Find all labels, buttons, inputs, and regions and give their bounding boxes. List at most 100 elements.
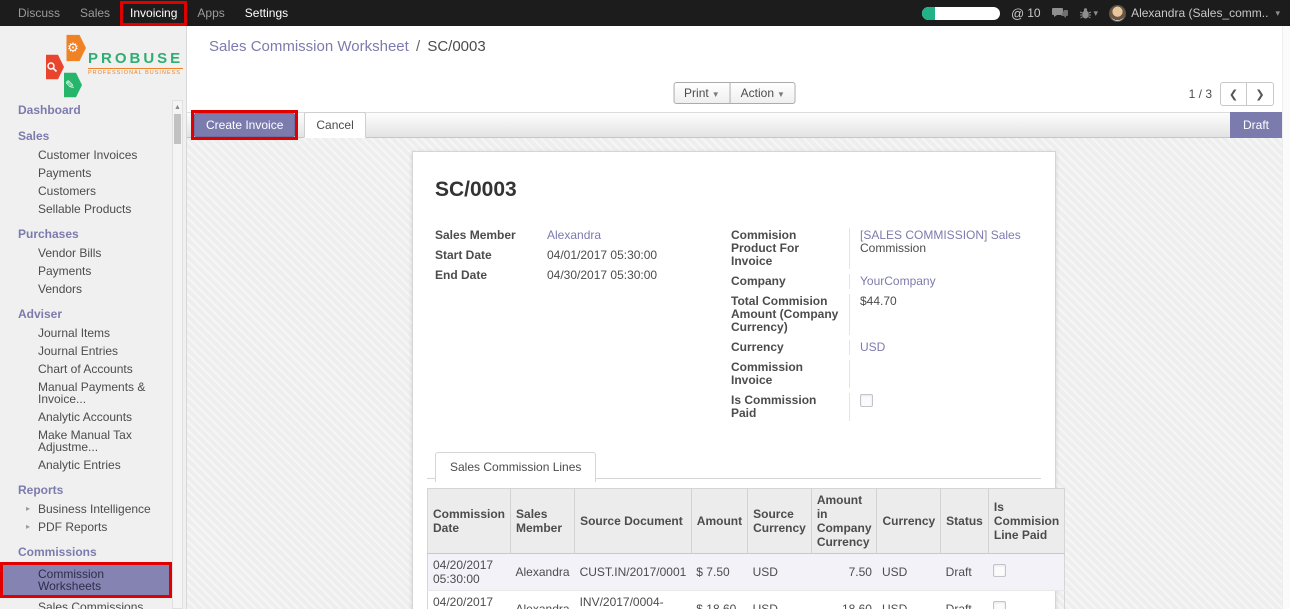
action-button[interactable]: Action▼: [731, 82, 796, 104]
col-amount-company-currency[interactable]: Amount in Company Currency: [811, 489, 877, 554]
cell-amount: $ 18.60: [691, 591, 747, 609]
topbar-menu-invoicing[interactable]: Invoicing: [120, 1, 187, 26]
field-value-total-commission: $44.70: [849, 294, 1045, 335]
sidebar-header-reports[interactable]: Reports: [0, 480, 170, 500]
expand-arrow-icon: ▸: [26, 521, 30, 533]
sidebar-item-sellable-products[interactable]: Sellable Products: [0, 200, 170, 218]
topbar-menu-sales[interactable]: Sales: [70, 0, 120, 26]
cell-paid: [988, 591, 1064, 609]
sidebar-item-analytic-accounts[interactable]: Analytic Accounts: [0, 408, 170, 426]
sidebar-scrollbar[interactable]: ▲: [172, 100, 183, 609]
cell-src-currency: USD: [748, 591, 812, 609]
page-scrollbar-track[interactable]: [1282, 26, 1290, 609]
field-value-commission-product[interactable]: [SALES COMMISSION] Sales Commission: [849, 228, 1045, 269]
sidebar-item-customers[interactable]: Customers: [0, 182, 170, 200]
topbar-menu-settings[interactable]: Settings: [235, 0, 298, 26]
messages-icon[interactable]: [1052, 7, 1068, 20]
sidebar-item-payments-sales[interactable]: Payments: [0, 164, 170, 182]
cell-status: Draft: [941, 591, 989, 609]
field-label-start-date: Start Date: [435, 248, 537, 263]
pager-previous-button[interactable]: ❮: [1220, 82, 1247, 106]
field-label-commission-invoice: Commission Invoice: [731, 360, 849, 388]
sidebar-item-vendors[interactable]: Vendors: [0, 280, 170, 298]
col-commission-date[interactable]: Commission Date: [428, 489, 511, 554]
sidebar-item-chart-of-accounts[interactable]: Chart of Accounts: [0, 360, 170, 378]
sidebar-header-purchases[interactable]: Purchases: [0, 224, 170, 244]
sidebar-item-label: PDF Reports: [38, 520, 107, 534]
field-label-company: Company: [731, 274, 849, 289]
status-badge-draft[interactable]: Draft: [1230, 112, 1282, 138]
cell-doc: INV/2017/0004-SO008: [575, 591, 692, 609]
sidebar-item-manual-tax-adjustments[interactable]: Make Manual Tax Adjustme...: [0, 426, 170, 456]
sidebar-item-manual-payments[interactable]: Manual Payments & Invoice...: [0, 378, 170, 408]
user-name: Alexandra (Sales_comm..: [1131, 6, 1268, 20]
activity-counter[interactable]: @ 10: [1011, 6, 1041, 21]
table-row[interactable]: 04/20/2017 05:30:00 Alexandra INV/2017/0…: [428, 591, 1065, 609]
print-button[interactable]: Print▼: [673, 82, 731, 104]
sidebar-item-analytic-entries[interactable]: Analytic Entries: [0, 456, 170, 474]
sidebar-item-journal-entries[interactable]: Journal Entries: [0, 342, 170, 360]
field-value-commission-invoice[interactable]: [849, 360, 1045, 388]
sidebar-header-commissions[interactable]: Commissions: [0, 542, 170, 562]
sidebar-item-business-intelligence[interactable]: ▸Business Intelligence: [0, 500, 170, 518]
field-label-is-commission-paid: Is Commission Paid: [731, 393, 849, 421]
sidebar-header-adviser[interactable]: Adviser: [0, 304, 170, 324]
form-group-left: Sales Member Alexandra Start Date 04/01/…: [435, 228, 713, 421]
col-is-commission-line-paid[interactable]: Is Commision Line Paid: [988, 489, 1064, 554]
field-value-start-date[interactable]: 04/01/2017 05:30:00: [537, 248, 713, 263]
line-paid-checkbox[interactable]: [993, 601, 1006, 609]
user-menu[interactable]: Alexandra (Sales_comm.. ▾: [1109, 5, 1280, 22]
col-status[interactable]: Status: [941, 489, 989, 554]
pager-next-button[interactable]: ❯: [1247, 82, 1274, 106]
cell-doc: CUST.IN/2017/0001: [575, 554, 692, 591]
field-value-sales-member[interactable]: Alexandra: [547, 228, 601, 242]
col-currency[interactable]: Currency: [877, 489, 941, 554]
company-logo: ⚙ ✎ PROBUSE PROFESSIONAL BUSINESS: [0, 26, 186, 100]
col-source-currency[interactable]: Source Currency: [748, 489, 812, 554]
sidebar-item-pdf-reports[interactable]: ▸ PDF Reports: [0, 518, 170, 536]
form-sheet: SC/0003 Sales Member Alexandra Start Dat…: [412, 151, 1056, 609]
sidebar-item-journal-items[interactable]: Journal Items: [0, 324, 170, 342]
sidebar-item-sales-commissions-lines[interactable]: Sales Commissions Lines: [0, 598, 170, 609]
col-amount[interactable]: Amount: [691, 489, 747, 554]
topbar-menu-discuss[interactable]: Discuss: [8, 0, 70, 26]
cell-member: Alexandra: [511, 554, 575, 591]
create-invoice-button[interactable]: Create Invoice: [194, 113, 295, 137]
top-navbar: Discuss Sales Invoicing Apps Settings @ …: [0, 0, 1290, 26]
line-paid-checkbox[interactable]: [993, 564, 1006, 577]
scrollbar-thumb[interactable]: [174, 114, 181, 144]
sidebar-item-commission-worksheets[interactable]: Commission Worksheets: [0, 562, 172, 598]
sidebar-header-dashboard[interactable]: Dashboard: [0, 100, 170, 120]
scrollbar-up-arrow-icon[interactable]: ▲: [173, 101, 182, 113]
print-label: Print: [684, 86, 709, 100]
sidebar: ⚙ ✎ PROBUSE PROFESSIONAL BUSINESS Dashbo…: [0, 26, 187, 609]
debug-caret-icon: ▾: [1094, 8, 1099, 19]
sidebar-item-vendor-bills[interactable]: Vendor Bills: [0, 244, 170, 262]
field-label-commission-product: Commision Product For Invoice: [731, 228, 849, 269]
sidebar-item-payments-purchases[interactable]: Payments: [0, 262, 170, 280]
is-commission-paid-checkbox[interactable]: [860, 394, 873, 407]
sidebar-item-customer-invoices[interactable]: Customer Invoices: [0, 146, 170, 164]
debug-icon[interactable]: ▾: [1079, 7, 1099, 20]
tab-sales-commission-lines[interactable]: Sales Commission Lines: [435, 452, 596, 482]
table-header-row: Commission Date Sales Member Source Docu…: [428, 489, 1065, 554]
logo-name: PROBUSE: [88, 50, 183, 67]
timer-extension-widget[interactable]: [922, 7, 1000, 20]
user-avatar: [1109, 5, 1126, 22]
cell-currency: USD: [877, 591, 941, 609]
field-value-end-date[interactable]: 04/30/2017 05:30:00: [537, 268, 713, 283]
field-value-company[interactable]: YourCompany: [860, 274, 936, 288]
sidebar-header-sales[interactable]: Sales: [0, 126, 170, 146]
col-source-document[interactable]: Source Document: [575, 489, 692, 554]
commission-product-link[interactable]: [SALES COMMISSION] Sales: [860, 228, 1021, 242]
table-row[interactable]: 04/20/2017 05:30:00 Alexandra CUST.IN/20…: [428, 554, 1065, 591]
topbar-menu-apps[interactable]: Apps: [187, 0, 234, 26]
cell-member: Alexandra: [511, 591, 575, 609]
cancel-button[interactable]: Cancel: [304, 112, 365, 138]
cell-date: 04/20/2017 05:30:00: [428, 591, 511, 609]
at-icon: @: [1011, 6, 1024, 21]
breadcrumb-parent-link[interactable]: Sales Commission Worksheet: [209, 38, 409, 55]
col-sales-member[interactable]: Sales Member: [511, 489, 575, 554]
field-value-currency[interactable]: USD: [860, 340, 885, 354]
sidebar-nav: Dashboard Sales Customer Invoices Paymen…: [0, 100, 186, 609]
